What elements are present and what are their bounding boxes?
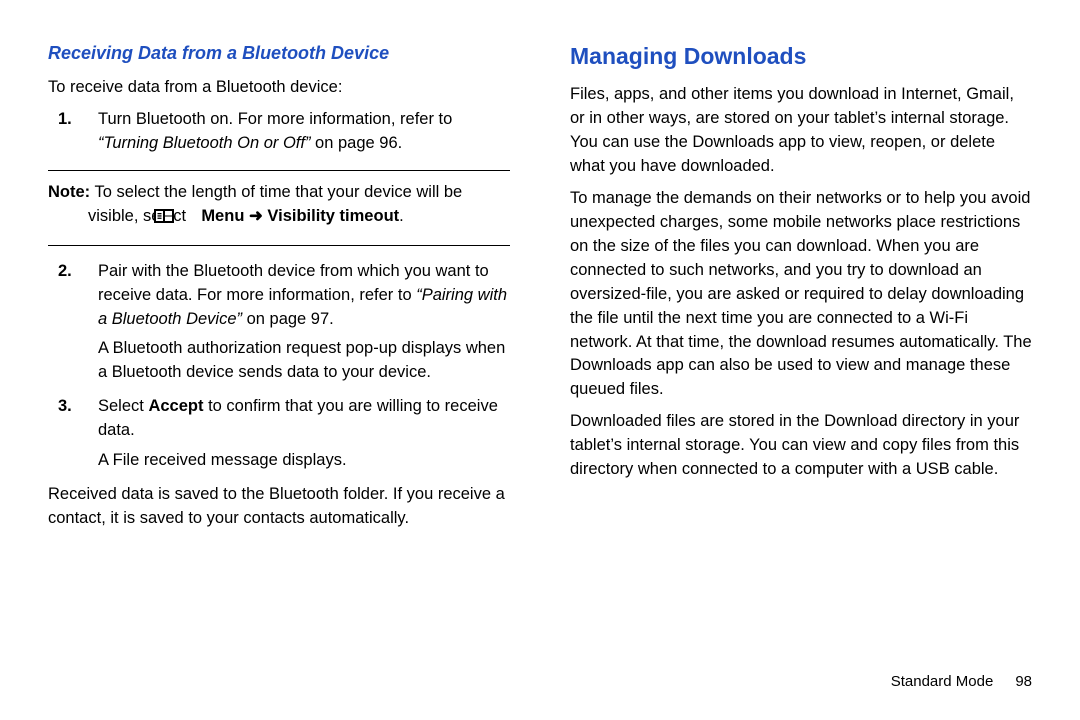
- item-body: Select Accept to confirm that you are wi…: [98, 395, 510, 473]
- item-number: 2.: [48, 260, 98, 386]
- paragraph: Files, apps, and other items you downloa…: [570, 83, 1032, 179]
- after-list-text: Received data is saved to the Bluetooth …: [48, 483, 510, 531]
- item-text-tail: on page 96.: [310, 134, 402, 152]
- item-text-tail: on page 97.: [242, 310, 334, 328]
- paragraph: Downloaded files are stored in the Downl…: [570, 410, 1032, 482]
- note-label: Note:: [48, 183, 90, 201]
- numbered-list: 1. Turn Bluetooth on. For more informati…: [48, 108, 510, 156]
- item-text: Select: [98, 397, 148, 415]
- visibility-timeout-label: Visibility timeout: [267, 207, 399, 225]
- list-item: 1. Turn Bluetooth on. For more informati…: [48, 108, 510, 156]
- footer-label: Standard Mode: [891, 673, 994, 690]
- numbered-list-cont: 2. Pair with the Bluetooth device from w…: [48, 260, 510, 473]
- item-body: Pair with the Bluetooth device from whic…: [98, 260, 510, 386]
- list-item: 2. Pair with the Bluetooth device from w…: [48, 260, 510, 386]
- dot: .: [399, 207, 404, 225]
- item-number: 3.: [48, 395, 98, 473]
- item-continuation: A File received message displays.: [98, 449, 510, 473]
- rule-top: [48, 170, 510, 171]
- page: Receiving Data from a Bluetooth Device T…: [0, 0, 1080, 720]
- menu-label: Menu: [201, 207, 244, 225]
- accept-bold: Accept: [148, 397, 203, 415]
- item-body: Turn Bluetooth on. For more information,…: [98, 108, 510, 156]
- item-continuation: A Bluetooth authorization request pop-up…: [98, 337, 510, 385]
- paragraph: To manage the demands on their networks …: [570, 187, 1032, 402]
- note-block: Note: To select the length of time that …: [48, 181, 510, 246]
- item-text: Turn Bluetooth on. For more information,…: [98, 110, 452, 128]
- page-number: 98: [1015, 673, 1032, 690]
- item-number: 1.: [48, 108, 98, 156]
- arrow-icon: ➜: [249, 207, 263, 225]
- intro-text: To receive data from a Bluetooth device:: [48, 76, 510, 100]
- list-item: 3. Select Accept to confirm that you are…: [48, 395, 510, 473]
- left-column: Receiving Data from a Bluetooth Device T…: [48, 40, 540, 700]
- subheading-receiving-data: Receiving Data from a Bluetooth Device: [48, 40, 510, 66]
- heading-managing-downloads: Managing Downloads: [570, 40, 1032, 73]
- right-column: Managing Downloads Files, apps, and othe…: [540, 40, 1032, 700]
- page-footer: Standard Mode 98: [891, 673, 1032, 690]
- xref-italic: “Turning Bluetooth On or Off”: [98, 134, 310, 152]
